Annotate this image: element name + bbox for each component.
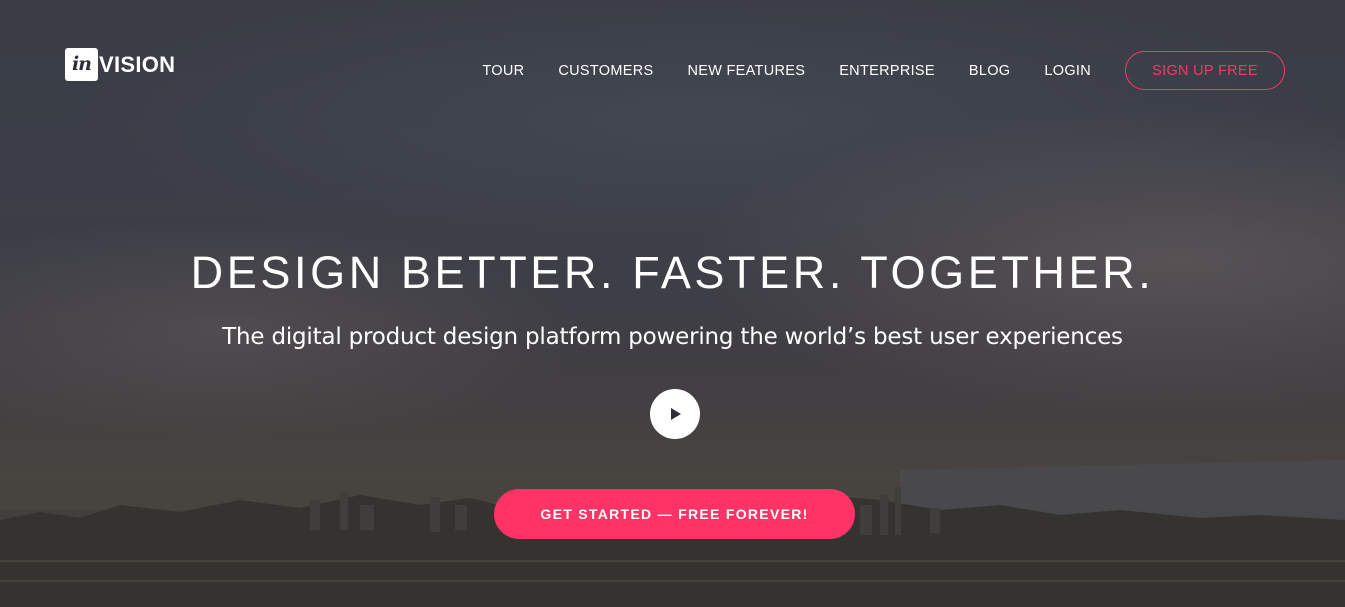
- nav-link-new-features[interactable]: NEW FEATURES: [687, 63, 805, 79]
- logo-wordmark: VISION: [99, 52, 176, 77]
- get-started-button[interactable]: GET STARTED — FREE FOREVER!: [494, 489, 855, 539]
- hero-subheadline: The digital product design platform powe…: [222, 324, 1123, 350]
- nav-link-customers[interactable]: CUSTOMERS: [558, 63, 653, 79]
- logo-mark: in: [65, 48, 98, 81]
- nav-link-blog[interactable]: BLOG: [969, 63, 1011, 79]
- invision-logo[interactable]: in VISION: [65, 48, 175, 81]
- play-icon: [671, 408, 681, 420]
- nav-link-enterprise[interactable]: ENTERPRISE: [839, 63, 935, 79]
- sign-up-free-button[interactable]: SIGN UP FREE: [1125, 51, 1285, 90]
- nav-link-login[interactable]: LOGIN: [1044, 63, 1091, 79]
- hero-section: in VISION TOUR CUSTOMERS NEW FEATURES EN…: [0, 0, 1345, 607]
- play-video-button[interactable]: [650, 389, 700, 439]
- main-nav: TOUR CUSTOMERS NEW FEATURES ENTERPRISE B…: [482, 51, 1285, 90]
- hero-headline: DESIGN BETTER. FASTER. TOGETHER.: [190, 247, 1155, 298]
- nav-link-tour[interactable]: TOUR: [482, 63, 524, 79]
